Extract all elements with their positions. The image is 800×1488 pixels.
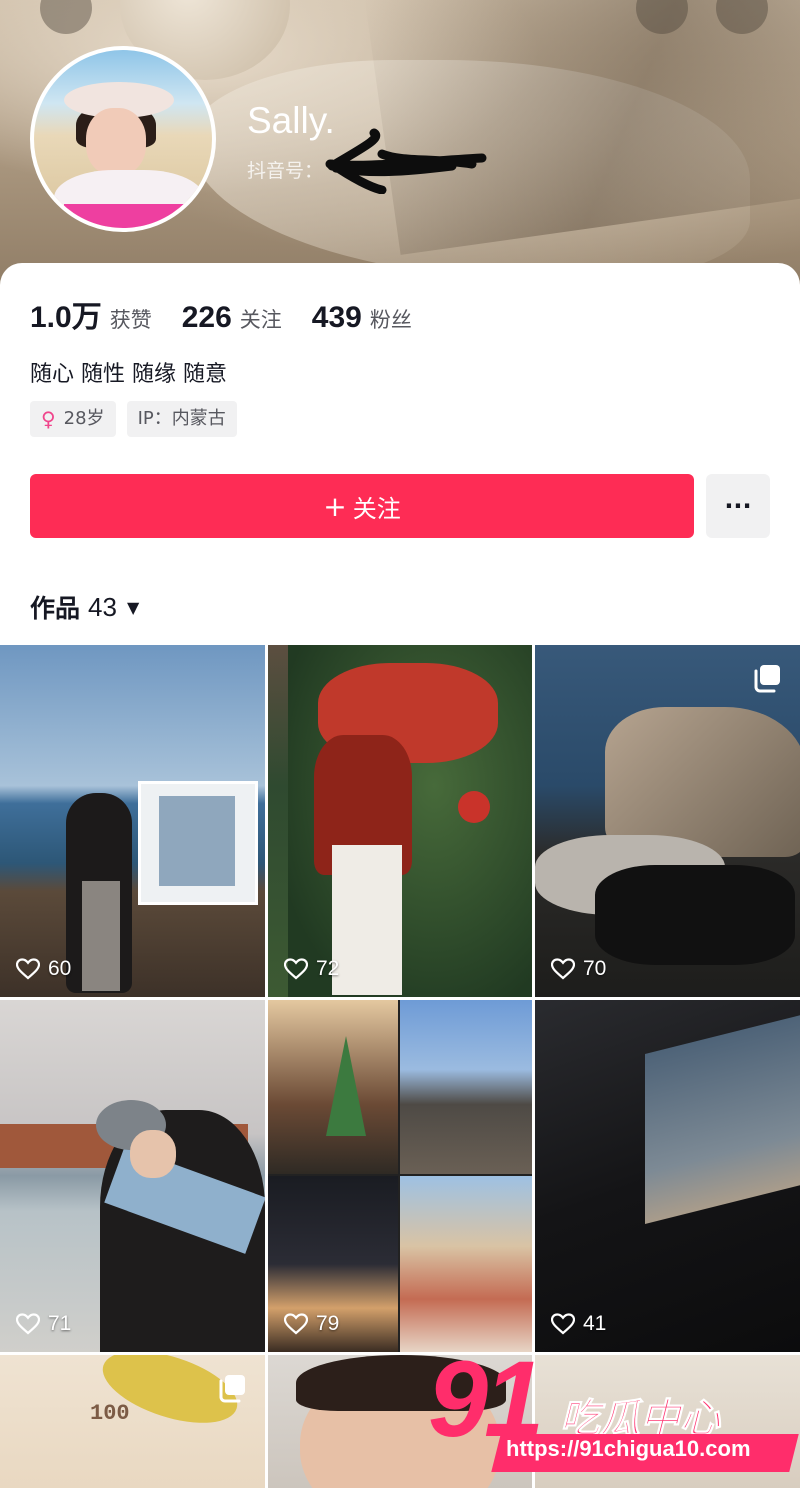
collage-photo-4	[400, 1176, 532, 1352]
watermark: 91 吃瓜中心 https://91chigua10.com	[428, 1338, 800, 1488]
like-count-value: 70	[583, 957, 607, 980]
like-count: 71	[16, 1312, 71, 1336]
profile-header-background: Sally. 抖音号：	[0, 0, 800, 300]
avatar-towel	[64, 204, 212, 228]
watermark-url: https://91chigua10.com	[506, 1436, 751, 1461]
heart-outline-icon	[16, 1313, 40, 1335]
multi-image-icon	[754, 665, 780, 693]
ip-tag: IP：内蒙古	[126, 401, 237, 437]
stat-followers-label: 粉丝	[369, 308, 412, 332]
redaction-scribble	[325, 128, 487, 194]
like-count: 70	[551, 957, 606, 981]
like-count-value: 71	[48, 1312, 72, 1335]
video-tile-7[interactable]: 100	[0, 1355, 265, 1488]
tile-ornament	[458, 791, 490, 823]
tile-sign	[138, 781, 258, 905]
bio-text: 随心 随性 随缘 随意	[30, 362, 227, 387]
collage-photo-1	[268, 1000, 398, 1174]
heart-outline-icon	[551, 1313, 575, 1335]
works-label: 作品	[30, 594, 81, 623]
heart-outline-icon	[284, 1313, 308, 1335]
avatar-face	[86, 108, 146, 176]
tile-sign-board	[159, 796, 235, 886]
profile-tags: ♀ 28岁 IP：内蒙古	[30, 401, 248, 437]
like-count-value: 41	[583, 1312, 607, 1335]
follow-button[interactable]: + 关注	[30, 474, 694, 538]
caret-down-icon: ▼	[126, 597, 140, 617]
like-count-value: 72	[316, 957, 340, 980]
tile-face	[130, 1130, 176, 1178]
more-options-button[interactable]: ···	[706, 474, 770, 538]
stat-followers-value: 439	[311, 301, 362, 334]
multi-image-icon	[219, 1375, 245, 1403]
plus-icon: +	[323, 489, 347, 523]
follow-button-label: 关注	[352, 494, 401, 523]
video-tile-2[interactable]: 72	[268, 645, 532, 997]
heart-outline-icon	[284, 958, 308, 980]
ip-tag-label: IP：内蒙古	[137, 408, 226, 429]
back-button[interactable]	[40, 0, 92, 34]
works-count: 43	[88, 591, 117, 622]
video-tile-1[interactable]: 60	[0, 645, 265, 997]
stat-likes-label: 获赞	[109, 308, 152, 332]
female-icon: ♀	[41, 407, 56, 431]
stat-followers[interactable]: 439 粉丝	[312, 301, 412, 335]
video-tile-3[interactable]: 70	[535, 645, 800, 997]
age-tag-label: 28岁	[63, 408, 105, 429]
stat-likes-value: 1.0万	[30, 301, 102, 334]
like-count: 41	[551, 1312, 606, 1336]
works-tab[interactable]: 作品 43 ▼	[30, 589, 139, 625]
heart-outline-icon	[551, 958, 575, 980]
like-count: 79	[284, 1312, 339, 1336]
douyin-id-label[interactable]: 抖音号：	[247, 156, 323, 183]
tile-skirt	[82, 881, 120, 991]
stat-following-label: 关注	[239, 308, 282, 332]
stats-row: 1.0万 获赞 226 关注 439 粉丝	[30, 292, 442, 336]
stat-following[interactable]: 226 关注	[182, 301, 282, 335]
profile-card: 1.0万 获赞 226 关注 439 粉丝 随心 随性 随缘 随意 ♀ 28岁 …	[0, 263, 800, 653]
tile-pants	[332, 845, 402, 995]
tile-text: 100	[90, 1401, 130, 1426]
like-count: 60	[16, 957, 71, 981]
tile-car-window	[645, 1014, 800, 1224]
video-tile-5[interactable]: 79	[268, 1000, 532, 1352]
collage-photo-2	[400, 1000, 532, 1174]
avatar[interactable]	[30, 46, 216, 232]
stat-likes[interactable]: 1.0万 获赞	[30, 292, 152, 336]
like-count-value: 60	[48, 957, 72, 980]
stat-following-value: 226	[181, 301, 232, 334]
like-count-value: 79	[316, 1312, 340, 1335]
heart-outline-icon	[16, 958, 40, 980]
like-count: 72	[284, 957, 339, 981]
video-tile-6[interactable]: 41	[535, 1000, 800, 1352]
age-tag: ♀ 28岁	[30, 401, 116, 437]
video-tile-4[interactable]: 71	[0, 1000, 265, 1352]
more-dots-icon: ···	[724, 492, 752, 520]
tile-body	[595, 865, 795, 965]
